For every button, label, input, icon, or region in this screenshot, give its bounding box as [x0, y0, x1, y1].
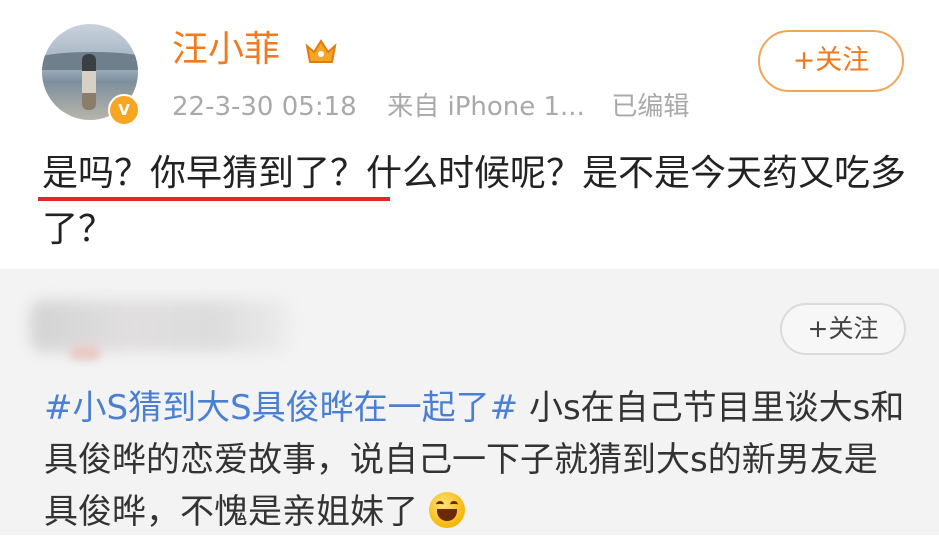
laughing-emoji-icon: [428, 492, 465, 528]
edited-label[interactable]: 已编辑: [611, 92, 689, 122]
weibo-post: V 汪小菲 22-3-30 05:18 来自 iPhone 1... 已编辑 +…: [0, 0, 939, 265]
username[interactable]: 汪小菲: [172, 28, 280, 72]
blurred-author-name: [30, 300, 290, 352]
post-text: 是吗？你早猜到了？什么时候呢？是不是今天药又吃多了？: [42, 153, 907, 250]
hashtag-link[interactable]: #小S猜到大S具俊晔在一起了#: [44, 388, 518, 428]
timestamp: 22-3-30 05:18: [172, 92, 357, 122]
follow-button-quoted[interactable]: +关注: [780, 303, 906, 355]
quoted-post-text: #小S猜到大S具俊晔在一起了# 小s在自己节目里谈大s和具俊晔的恋爱故事，说自己…: [44, 382, 909, 538]
crown-icon: [305, 39, 337, 63]
post-meta: 22-3-30 05:18 来自 iPhone 1... 已编辑: [172, 90, 689, 124]
post-source: 来自 iPhone 1...: [387, 92, 585, 122]
verified-badge-icon: V: [108, 94, 140, 126]
avatar-person: [82, 54, 96, 110]
follow-button[interactable]: +关注: [758, 30, 904, 92]
blurred-badge: [70, 346, 100, 360]
highlight-underline: [38, 197, 390, 201]
